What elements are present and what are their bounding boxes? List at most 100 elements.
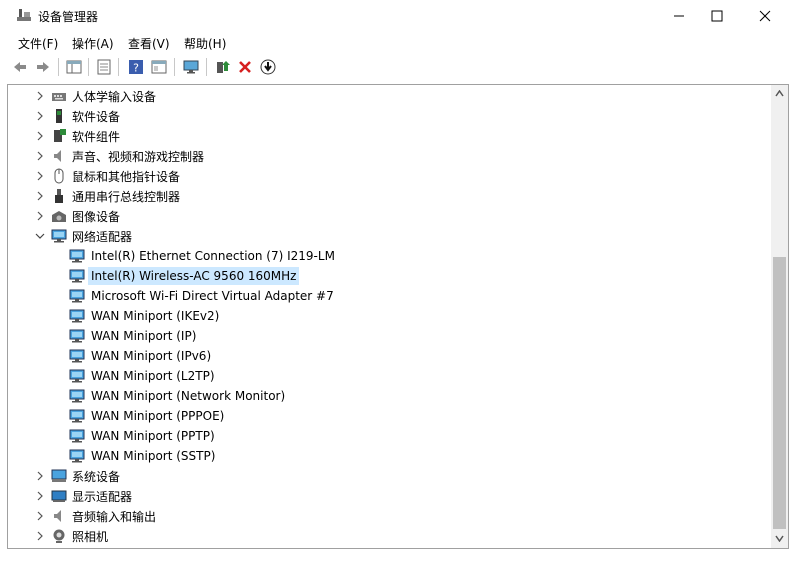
expand-toggle[interactable]	[35, 111, 45, 121]
system-device-icon	[51, 469, 67, 482]
tree-category[interactable]: 鼠标和其他指针设备	[8, 166, 768, 186]
help-button[interactable]: ?	[127, 58, 145, 76]
chevron-right-icon[interactable]	[35, 131, 45, 141]
expand-toggle[interactable]	[35, 91, 45, 101]
tree-item-label: 软件设备	[72, 109, 121, 124]
expand-toggle[interactable]	[35, 231, 45, 241]
chevron-down-icon[interactable]	[35, 231, 45, 241]
expand-toggle[interactable]	[35, 491, 45, 501]
toolbar: ?	[0, 54, 795, 80]
chevron-right-icon[interactable]	[35, 511, 45, 521]
show-hide-console-tree-button[interactable]	[65, 58, 83, 76]
tree-category[interactable]: 图像设备	[8, 206, 768, 226]
tree-category[interactable]: 软件组件	[8, 126, 768, 146]
view-button[interactable]	[150, 58, 168, 76]
device-tree[interactable]: 人体学输入设备软件设备软件组件声音、视频和游戏控制器鼠标和其他指针设备通用串行总…	[7, 84, 789, 549]
tree-category[interactable]: 通用串行总线控制器	[8, 186, 768, 206]
maximize-icon	[711, 10, 723, 21]
window-title: 设备管理器	[38, 10, 99, 24]
tree-device-item[interactable]: Intel(R) Wireless-AC 9560 160MHz	[8, 266, 768, 286]
chevron-right-icon[interactable]	[35, 151, 45, 161]
tree-item-icon	[69, 248, 85, 264]
adapter-icon	[69, 309, 85, 323]
expand-toggle[interactable]	[35, 531, 45, 541]
download-icon	[260, 59, 276, 75]
tree-category[interactable]: 显示适配器	[8, 486, 768, 506]
toolbar-separator	[58, 58, 59, 76]
scan-hardware-button[interactable]	[182, 58, 200, 76]
adapter-icon	[69, 269, 85, 283]
tree-item-label: 显示适配器	[72, 489, 133, 504]
tree-item-icon	[51, 468, 67, 484]
tree-device-item[interactable]: Microsoft Wi-Fi Direct Virtual Adapter #…	[8, 286, 768, 306]
tree-item-label: WAN Miniport (L2TP)	[91, 369, 215, 383]
tree-item-label: WAN Miniport (IPv6)	[91, 349, 212, 363]
properties-button[interactable]	[95, 58, 113, 76]
mouse-icon	[54, 168, 64, 184]
tree-device-item[interactable]: WAN Miniport (Network Monitor)	[8, 386, 768, 406]
tree-item-icon	[51, 208, 67, 224]
adapter-icon	[69, 409, 85, 423]
expand-toggle[interactable]	[35, 131, 45, 141]
tree-device-item[interactable]: WAN Miniport (PPTP)	[8, 426, 768, 446]
expand-toggle[interactable]	[35, 471, 45, 481]
tree-category-network-adapters[interactable]: 网络适配器	[8, 226, 768, 246]
tree-device-item[interactable]: WAN Miniport (IKEv2)	[8, 306, 768, 326]
tree-device-item[interactable]: WAN Miniport (PPPOE)	[8, 406, 768, 426]
uninstall-x-icon	[239, 61, 251, 73]
tree-item-label: Intel(R) Wireless-AC 9560 160MHz	[88, 267, 300, 285]
chevron-right-icon[interactable]	[35, 91, 45, 101]
menu-help[interactable]: 帮助(H)	[184, 35, 226, 52]
chevron-right-icon[interactable]	[35, 471, 45, 481]
chevron-right-icon[interactable]	[35, 111, 45, 121]
menu-file[interactable]: 文件(F)	[18, 35, 58, 52]
tree-category[interactable]: 音频输入和输出	[8, 506, 768, 526]
menu-action[interactable]: 操作(A)	[72, 35, 114, 52]
chevron-right-icon[interactable]	[35, 191, 45, 201]
tree-category[interactable]: 系统设备	[8, 466, 768, 486]
tree-category[interactable]: 照相机	[8, 526, 768, 546]
tree-device-item[interactable]: WAN Miniport (IPv6)	[8, 346, 768, 366]
tree-device-item[interactable]: WAN Miniport (SSTP)	[8, 446, 768, 466]
enable-device-button[interactable]	[259, 58, 277, 76]
tree-category[interactable]: 声音、视频和游戏控制器	[8, 146, 768, 166]
monitor-icon	[183, 60, 199, 74]
expand-toggle[interactable]	[35, 191, 45, 201]
back-button[interactable]	[11, 58, 29, 76]
update-driver-button[interactable]	[213, 58, 231, 76]
maximize-button[interactable]	[694, 0, 740, 31]
tree-category[interactable]: 软件设备	[8, 106, 768, 126]
tree-item-icon	[69, 288, 85, 304]
close-button[interactable]	[742, 0, 788, 31]
title-bar: 设备管理器	[0, 0, 795, 31]
vertical-scrollbar[interactable]	[771, 85, 788, 548]
menu-view[interactable]: 查看(V)	[128, 35, 170, 52]
chevron-right-icon[interactable]	[35, 211, 45, 221]
tree-item-label: 软件组件	[72, 129, 121, 144]
expand-toggle[interactable]	[35, 511, 45, 521]
uninstall-device-button[interactable]	[236, 58, 254, 76]
tree-category[interactable]: 人体学输入设备	[8, 86, 768, 106]
expand-toggle[interactable]	[35, 171, 45, 181]
scroll-down-icon[interactable]	[775, 535, 784, 542]
chevron-right-icon[interactable]	[35, 171, 45, 181]
tree-item-icon	[69, 328, 85, 344]
forward-button[interactable]	[34, 58, 52, 76]
software-component-icon	[54, 129, 66, 142]
tree-device-item[interactable]: Intel(R) Ethernet Connection (7) I219-LM	[8, 246, 768, 266]
chevron-right-icon[interactable]	[35, 491, 45, 501]
tree-item-label: 网络适配器	[72, 229, 133, 244]
tree-item-icon	[69, 348, 85, 364]
expand-toggle[interactable]	[35, 211, 45, 221]
tree-device-item[interactable]: WAN Miniport (IP)	[8, 326, 768, 346]
scrollbar-thumb[interactable]	[773, 257, 786, 529]
tree-item-icon	[51, 188, 67, 204]
tree-device-item[interactable]: WAN Miniport (L2TP)	[8, 366, 768, 386]
usb-icon	[55, 189, 63, 203]
tree-item-label: WAN Miniport (PPTP)	[91, 429, 215, 443]
tree-item-icon	[69, 448, 85, 464]
scroll-up-icon[interactable]	[775, 90, 784, 97]
expand-toggle[interactable]	[35, 151, 45, 161]
chevron-right-icon[interactable]	[35, 531, 45, 541]
tree-item-label: 鼠标和其他指针设备	[72, 169, 181, 184]
